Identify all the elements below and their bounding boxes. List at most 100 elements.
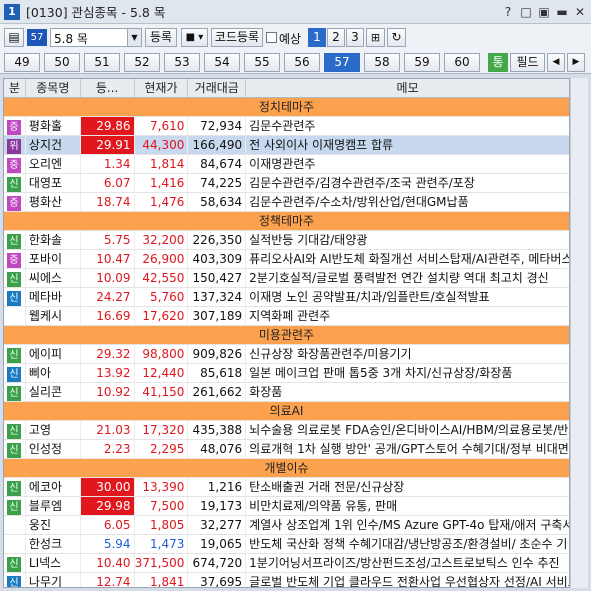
- market-badge: 신: [7, 386, 21, 401]
- stock-row[interactable]: 신 메타바 24.27 5,760 137,324 이재명 노인 공약발표/치과/임플란트…: [4, 288, 569, 307]
- market-badge: 신: [7, 443, 21, 458]
- page-2-button[interactable]: 2: [327, 28, 345, 47]
- header-price[interactable]: 현재가: [135, 79, 189, 97]
- chevron-down-icon[interactable]: ▼: [127, 29, 141, 46]
- stock-name[interactable]: 에코아: [26, 478, 81, 496]
- stock-name[interactable]: 평화홀: [26, 117, 81, 135]
- grid-layout-icon[interactable]: ⊞: [366, 28, 385, 47]
- stock-name[interactable]: 포바이: [26, 250, 81, 268]
- group-badge[interactable]: 57: [27, 29, 47, 46]
- header-volume[interactable]: 거래대금: [188, 79, 247, 97]
- trade-volume: 19,065: [188, 535, 247, 553]
- market-badge: 증: [7, 196, 21, 211]
- stock-row[interactable]: 증 평화홀 29.86 7,610 72,934 김문수관련주: [4, 117, 569, 136]
- stock-row[interactable]: 위 상지건 29.91 44,300 166,490 전 사외이사 이재명캠프 합류: [4, 136, 569, 155]
- stock-row[interactable]: 웅진 6.05 1,805 32,277 계열사 상조업계 1위 인수/MS Azure…: [4, 516, 569, 535]
- stock-row[interactable]: 증 오리엔 1.34 1,814 84,674 이재명관련주: [4, 155, 569, 174]
- square-dropdown-button[interactable]: ■ ▾: [181, 28, 208, 47]
- minimize-icon[interactable]: ▬: [553, 4, 571, 20]
- field-button[interactable]: 필드: [510, 53, 545, 72]
- stock-name[interactable]: 웅진: [26, 516, 81, 534]
- stock-name[interactable]: 씨에스: [26, 269, 81, 287]
- group-tab[interactable]: 50: [44, 53, 80, 72]
- stock-row[interactable]: 신 LI넥스 10.40 371,500 674,720 1분기어닝서프라이즈/방산펀드조…: [4, 554, 569, 573]
- stock-name[interactable]: LI넥스: [26, 554, 81, 572]
- stock-name[interactable]: 나무기: [26, 573, 81, 587]
- group-tab[interactable]: 52: [124, 53, 160, 72]
- market-badge: 신: [7, 177, 21, 192]
- market-badge: 신: [7, 481, 21, 496]
- stock-row[interactable]: 신 실리콘 10.92 41,150 261,662 화장품: [4, 383, 569, 402]
- stock-name[interactable]: 대영포: [26, 174, 81, 192]
- market-badge: 신: [7, 367, 21, 382]
- stock-name[interactable]: 한화솔: [26, 231, 81, 249]
- stock-row[interactable]: 신 나무기 12.74 1,841 37,695 글로벌 반도체 기업 클라우드 전환사업…: [4, 573, 569, 587]
- stock-name[interactable]: 삐아: [26, 364, 81, 382]
- stock-name[interactable]: 인성정: [26, 440, 81, 458]
- pin-icon[interactable]: ▣: [535, 4, 553, 20]
- vertical-scrollbar[interactable]: [570, 78, 588, 588]
- stock-row[interactable]: 증 평화산 18.74 1,476 58,634 김문수관련주/수소차/방위산업/현대GM…: [4, 193, 569, 212]
- group-tab[interactable]: 59: [404, 53, 440, 72]
- stock-row[interactable]: 신 에코아 30.00 13,390 1,216 탄소배출권 거래 전문/신규상장: [4, 478, 569, 497]
- stock-row[interactable]: 증 포바이 10.47 26,900 403,309 퓨리오사AI와 AI반도체 화질개선…: [4, 250, 569, 269]
- stock-name[interactable]: 메타바: [26, 288, 81, 306]
- header-memo[interactable]: 메모: [246, 79, 569, 97]
- prev-arrow-icon[interactable]: ◀: [547, 53, 565, 72]
- help-icon[interactable]: ?: [499, 4, 517, 20]
- memo: 김문수관련주/김경수관련주/조국 관련주/포장: [249, 176, 475, 190]
- header-name[interactable]: 종목명: [26, 79, 81, 97]
- header-division[interactable]: 분: [4, 79, 26, 97]
- group-tab[interactable]: 54: [204, 53, 240, 72]
- memo: 김문수관련주: [249, 119, 316, 133]
- stock-row[interactable]: 신 에이피 29.32 98,800 909,826 신규상장 화장품관련주/미용기기: [4, 345, 569, 364]
- stock-name[interactable]: 상지건: [26, 136, 81, 154]
- change-rate: 12.74: [81, 573, 135, 587]
- stock-row[interactable]: 신 한화솔 5.75 32,200 226,350 실적반등 기대감/태양광: [4, 231, 569, 250]
- market-badge-cell: 신: [4, 573, 26, 587]
- stock-row[interactable]: 신 고영 21.03 17,320 435,388 뇌수술용 의료로봇 FDA승인/온디바…: [4, 421, 569, 440]
- stock-row[interactable]: 신 씨에스 10.09 42,550 150,427 2분기호실적/글로벌 풍력발전 연간…: [4, 269, 569, 288]
- group-tab[interactable]: 53: [164, 53, 200, 72]
- stock-name[interactable]: 평화산: [26, 193, 81, 211]
- group-tab[interactable]: 57: [324, 53, 360, 72]
- trade-volume: 85,618: [188, 364, 247, 382]
- stock-row[interactable]: 신 삐아 13.92 12,440 85,618 일본 메이크업 판매 톱5중 3개 차지…: [4, 364, 569, 383]
- stock-name[interactable]: 오리엔: [26, 155, 81, 173]
- stock-name[interactable]: 고영: [26, 421, 81, 439]
- stock-row[interactable]: 신 인성정 2.23 2,295 48,076 의료개혁 1차 실행 방안' 공개/GPT…: [4, 440, 569, 459]
- register-button[interactable]: 등록: [145, 28, 177, 47]
- stock-row[interactable]: 한성크 5.94 1,473 19,065 반도체 국산화 정책 수혜기대감/냉난방공조…: [4, 535, 569, 554]
- group-tab[interactable]: 51: [84, 53, 120, 72]
- stock-row[interactable]: 신 대영포 6.07 1,416 74,225 김문수관련주/김경수관련주/조국 관련주/…: [4, 174, 569, 193]
- group-tab[interactable]: 55: [244, 53, 280, 72]
- memo: 탄소배출권 거래 전문/신규상장: [249, 480, 405, 494]
- refresh-icon[interactable]: ↻: [387, 28, 406, 47]
- page-3-button[interactable]: 3: [346, 28, 364, 47]
- stock-name[interactable]: 실리콘: [26, 383, 81, 401]
- stock-name[interactable]: 에이피: [26, 345, 81, 363]
- forecast-checkbox[interactable]: [266, 32, 277, 43]
- stock-row[interactable]: 신 블루엠 29.98 7,500 19,173 비만치료제/의약품 유통, 판매: [4, 497, 569, 516]
- group-tab[interactable]: 49: [4, 53, 40, 72]
- current-price: 2,295: [135, 440, 189, 458]
- header-change[interactable]: 등...: [81, 79, 135, 97]
- restore-icon[interactable]: □: [517, 4, 535, 20]
- stock-row[interactable]: 웹케시 16.69 17,620 307,189 지역화폐 관련주: [4, 307, 569, 326]
- page-1-button[interactable]: 1: [308, 28, 326, 47]
- stock-name[interactable]: 웹케시: [26, 307, 81, 325]
- group-tab[interactable]: 56: [284, 53, 320, 72]
- tong-button[interactable]: 통: [488, 53, 508, 72]
- stock-name[interactable]: 한성크: [26, 535, 81, 553]
- group-select[interactable]: 5.8 목 ▼: [50, 28, 142, 47]
- settings-icon[interactable]: ▤: [4, 28, 24, 47]
- market-badge-cell: 신: [4, 554, 26, 572]
- group-tab[interactable]: 60: [444, 53, 480, 72]
- group-tab[interactable]: 58: [364, 53, 400, 72]
- close-icon[interactable]: ✕: [571, 4, 589, 20]
- code-register-button[interactable]: 코드등록: [211, 28, 263, 47]
- group-label: 미용관련주: [258, 328, 315, 342]
- next-arrow-icon[interactable]: ▶: [567, 53, 585, 72]
- stock-name[interactable]: 블루엠: [26, 497, 81, 515]
- current-price: 7,610: [135, 117, 189, 135]
